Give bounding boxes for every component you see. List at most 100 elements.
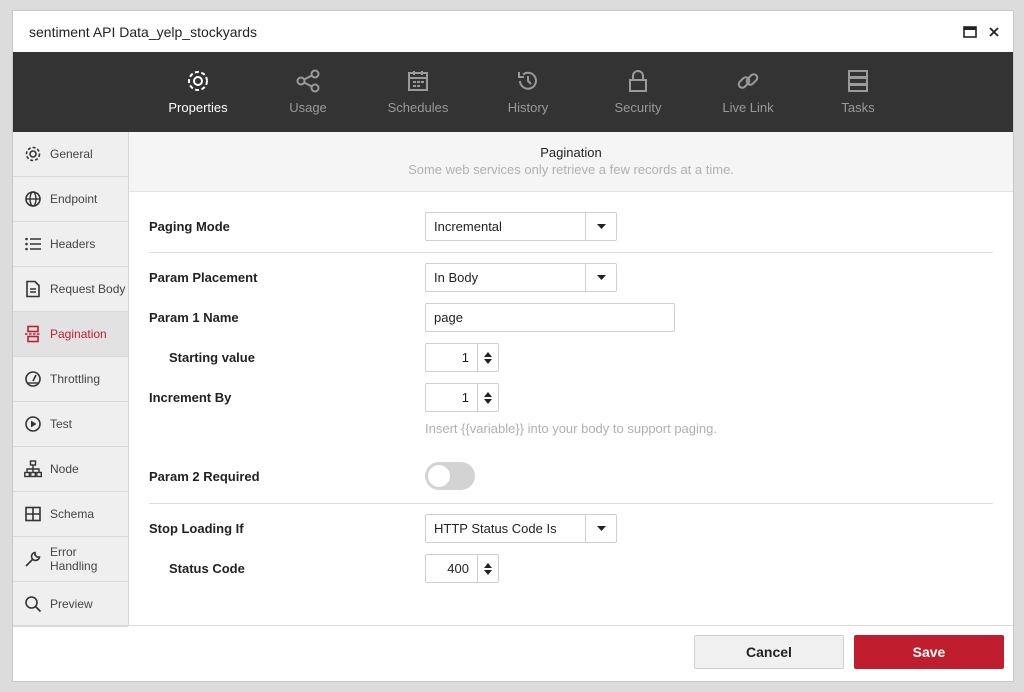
tab-label: Security xyxy=(614,100,662,115)
hierarchy-icon xyxy=(23,459,43,479)
history-icon xyxy=(515,66,541,96)
paging-mode-select[interactable]: Incremental xyxy=(425,212,617,241)
sidebar-item-label: Endpoint xyxy=(50,192,98,206)
share-icon xyxy=(295,66,321,96)
sidebar-item-label: Preview xyxy=(50,597,93,611)
tab-schedules[interactable]: Schedules xyxy=(363,52,473,132)
calendar-icon xyxy=(405,66,431,96)
variable-hint: Insert {{variable}} into your body to su… xyxy=(425,421,717,436)
stop-loading-select[interactable]: HTTP Status Code Is xyxy=(425,514,617,543)
spin-arrows-icon[interactable] xyxy=(477,384,498,411)
divider xyxy=(149,503,993,504)
tab-live-link[interactable]: Live Link xyxy=(693,52,803,132)
sidebar-item-headers[interactable]: Headers xyxy=(13,222,128,267)
param1-name-input[interactable] xyxy=(425,303,675,332)
link-icon xyxy=(735,66,761,96)
caret-down-icon xyxy=(585,515,616,542)
pagination-icon xyxy=(23,324,43,344)
sidebar-item-request-body[interactable]: Request Body xyxy=(13,267,128,312)
param-placement-value: In Body xyxy=(434,270,479,285)
caret-down-icon xyxy=(585,213,616,240)
top-navigation: Properties Usage Schedules History Secur… xyxy=(13,52,1013,132)
tab-label: Live Link xyxy=(722,100,774,115)
sidebar-item-label: Error Handling xyxy=(50,545,98,573)
status-code-stepper[interactable]: 400 xyxy=(425,554,499,583)
maximize-icon[interactable] xyxy=(963,25,977,38)
sidebar: General Endpoint Headers Request Body Pa… xyxy=(13,132,129,627)
param1-name-row: Param 1 Name xyxy=(149,303,993,332)
gear-icon xyxy=(23,144,43,164)
tab-label: Tasks xyxy=(841,100,875,115)
sidebar-item-throttling[interactable]: Throttling xyxy=(13,357,128,402)
document-icon xyxy=(23,279,43,299)
sidebar-item-test[interactable]: Test xyxy=(13,402,128,447)
sidebar-item-error-handling[interactable]: Error Handling xyxy=(13,537,128,582)
spin-arrows-icon[interactable] xyxy=(477,555,498,582)
tab-label: Schedules xyxy=(387,100,449,115)
increment-by-label: Increment By xyxy=(149,390,232,405)
window-title: sentiment API Data_yelp_stockyards xyxy=(29,23,258,40)
starting-value-value: 1 xyxy=(461,350,469,365)
sidebar-item-pagination[interactable]: Pagination xyxy=(13,312,128,357)
tab-properties[interactable]: Properties xyxy=(143,52,253,132)
dialog-footer: Cancel Save xyxy=(13,625,1013,681)
section-title: Pagination xyxy=(540,145,602,160)
param2-required-toggle[interactable] xyxy=(425,462,475,490)
sidebar-item-label: Throttling xyxy=(50,372,101,386)
sidebar-item-preview[interactable]: Preview xyxy=(13,582,128,627)
increment-by-row: Increment By 1 xyxy=(149,383,993,412)
paging-mode-value: Incremental xyxy=(434,219,502,234)
param2-required-label: Param 2 Required xyxy=(149,468,260,484)
gauge-icon xyxy=(23,369,43,389)
sidebar-item-label: Schema xyxy=(50,507,95,521)
cancel-button[interactable]: Cancel xyxy=(694,635,844,669)
sidebar-item-label: Test xyxy=(50,417,73,431)
play-icon xyxy=(23,414,43,434)
stop-loading-row: Stop Loading If HTTP Status Code Is xyxy=(149,514,993,543)
sidebar-item-node[interactable]: Node xyxy=(13,447,128,492)
sidebar-item-general[interactable]: General xyxy=(13,132,128,177)
starting-value-label: Starting value xyxy=(169,350,255,365)
pagination-panel: Pagination Some web services only retrie… xyxy=(129,132,1013,625)
increment-by-value: 1 xyxy=(461,390,469,405)
tasks-icon xyxy=(845,66,871,96)
sidebar-item-schema[interactable]: Schema xyxy=(13,492,128,537)
globe-icon xyxy=(23,189,43,209)
increment-by-stepper[interactable]: 1 xyxy=(425,383,499,412)
wrench-icon xyxy=(23,549,43,569)
close-icon[interactable] xyxy=(989,26,999,37)
paging-mode-label: Paging Mode xyxy=(149,219,230,234)
table-icon xyxy=(23,504,43,524)
param-placement-select[interactable]: In Body xyxy=(425,263,617,292)
lock-icon xyxy=(625,66,651,96)
sidebar-item-label: Node xyxy=(50,462,79,476)
tab-label: History xyxy=(507,100,549,115)
divider xyxy=(149,252,993,253)
status-code-label: Status Code xyxy=(169,561,245,576)
spin-arrows-icon[interactable] xyxy=(477,344,498,371)
tab-history[interactable]: History xyxy=(473,52,583,132)
stop-loading-value: HTTP Status Code Is xyxy=(434,521,557,536)
tab-label: Usage xyxy=(289,100,327,115)
search-icon xyxy=(23,594,43,614)
sidebar-item-endpoint[interactable]: Endpoint xyxy=(13,177,128,222)
param-placement-row: Param Placement In Body xyxy=(149,263,993,292)
properties-dialog: sentiment API Data_yelp_stockyards Prope… xyxy=(12,10,1014,682)
sidebar-item-label: Pagination xyxy=(50,327,107,341)
tab-usage[interactable]: Usage xyxy=(253,52,363,132)
stop-loading-label: Stop Loading If xyxy=(149,521,244,536)
save-button[interactable]: Save xyxy=(854,635,1004,669)
status-code-row: Status Code 400 xyxy=(149,554,993,583)
tab-label: Properties xyxy=(168,100,228,115)
caret-down-icon xyxy=(585,264,616,291)
param-placement-label: Param Placement xyxy=(149,270,258,285)
starting-value-row: Starting value 1 xyxy=(149,343,993,372)
tab-security[interactable]: Security xyxy=(583,52,693,132)
paging-mode-row: Paging Mode Incremental xyxy=(149,212,993,241)
tab-tasks[interactable]: Tasks xyxy=(803,52,913,132)
sidebar-item-label: Request Body xyxy=(50,282,126,296)
starting-value-stepper[interactable]: 1 xyxy=(425,343,499,372)
param1-name-label: Param 1 Name xyxy=(149,310,239,325)
sidebar-item-label: General xyxy=(50,147,93,161)
section-header: Pagination Some web services only retrie… xyxy=(129,132,1013,192)
